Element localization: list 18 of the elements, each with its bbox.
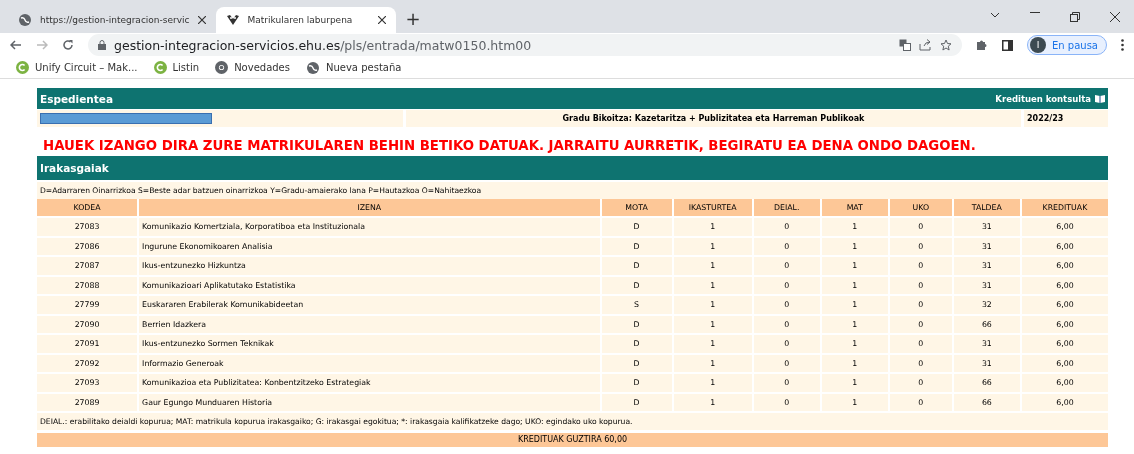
browser-tab[interactable]: https://gestion-integracion-servic bbox=[8, 7, 216, 33]
bookmark[interactable]: Nueva pestaña bbox=[306, 60, 402, 75]
bookmark[interactable]: Listin bbox=[153, 61, 200, 74]
section-title: Irakasgaiak bbox=[40, 162, 109, 174]
section-title: Espedientea bbox=[40, 92, 113, 105]
browser-tab[interactable]: Matrikularen laburpena bbox=[215, 7, 396, 33]
credits-link[interactable]: Kredituen kontsulta bbox=[995, 93, 1105, 104]
total-credits: KREDITUAK GUZTIRA 60,00 bbox=[37, 433, 1108, 447]
profile-status: En pausa bbox=[1052, 39, 1098, 51]
degree-name: Gradu Bikoitza: Kazetaritza + Publizitatea eta Harreman Publikoak bbox=[562, 114, 865, 123]
avatar: I bbox=[1030, 37, 1046, 53]
bookmark[interactable]: Unify Circuit – Mak... bbox=[16, 61, 138, 74]
bookmark[interactable]: Novedades bbox=[215, 61, 290, 74]
new-tab-button[interactable]: + bbox=[405, 8, 421, 29]
academic-year: 2022/23 bbox=[1027, 114, 1064, 123]
warning-message: HAUEK IZANGO DIRA ZURE MATRIKULAREN BEHIN BETIKO DATUAK. JARRAITU AURRETIK, BEGIRATU EA DENA ONDO DAGOEN. bbox=[42, 137, 977, 155]
address-bar[interactable]: gestion-integracion-servicios.ehu.es/pls/entrada/matw0150.htm00 bbox=[88, 34, 962, 56]
profile-button[interactable]: I En pausa bbox=[1027, 35, 1107, 55]
